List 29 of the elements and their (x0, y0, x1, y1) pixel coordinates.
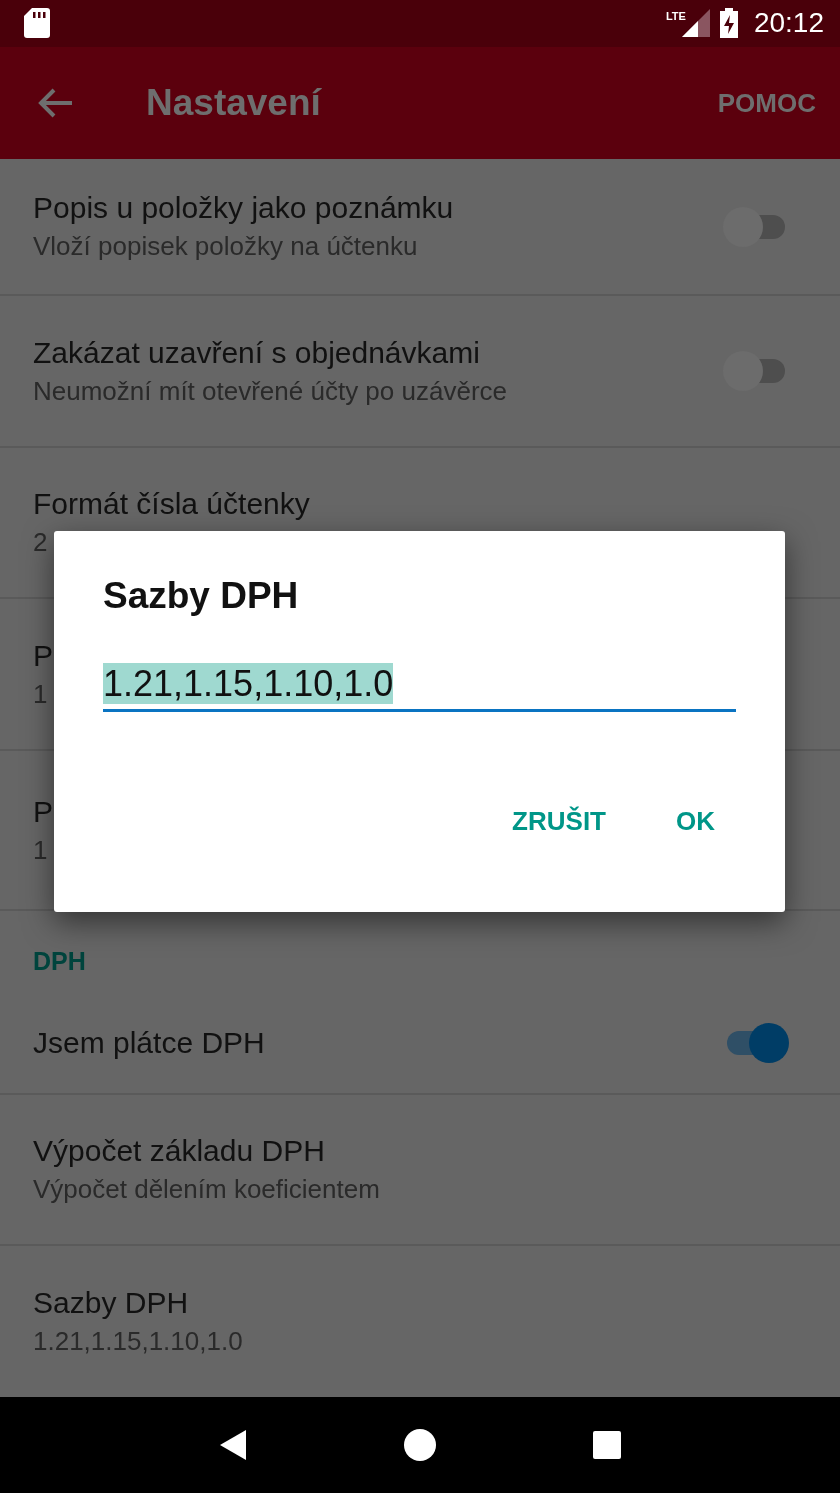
network-type: LTE (665, 10, 686, 22)
dialog-title: Sazby DPH (103, 575, 300, 617)
sd-card-icon (24, 8, 50, 39)
home-nav-icon[interactable] (403, 1428, 437, 1463)
dialog-button[interactable]: OK (676, 806, 715, 837)
clock: 20:12 (753, 7, 824, 40)
setting-summary: 1 (33, 678, 48, 710)
dialog-button[interactable]: ZRUŠIT (512, 806, 606, 837)
setting-title[interactable]: Výpočet základu DPH (33, 1134, 325, 1169)
input-field[interactable]: 1.21,1.15,1.10,1.0 (103, 663, 736, 712)
back-button[interactable] (38, 87, 74, 120)
setting-title[interactable]: Formát čísla účtenky (33, 487, 310, 522)
setting-summary: 2 (33, 527, 48, 559)
setting-title[interactable]: Jsem plátce DPH (33, 1025, 265, 1060)
setting-summary: Neumožní mít otevřené účty po uzávěrce (33, 375, 507, 407)
setting-title[interactable]: Sazby DPH (33, 1286, 189, 1321)
setting-title[interactable]: P (33, 638, 53, 673)
screen-title: Nastavení (146, 82, 321, 125)
setting-summary: 1.21,1.15,1.10,1.0 (33, 1326, 243, 1358)
setting-summary: Výpočet dělením koeficientem (33, 1174, 380, 1206)
battery-charging-icon (719, 8, 738, 39)
setting-summary: Vloží popisek položky na účtenku (33, 231, 418, 263)
setting-summary: 1 (33, 834, 48, 866)
setting-title[interactable]: Popis u položky jako poznámku (33, 191, 454, 226)
setting-title[interactable]: P (33, 794, 53, 829)
setting-title[interactable]: Zakázat uzavření s objednávkami (33, 335, 480, 370)
help-button[interactable]: POMOC (717, 87, 816, 119)
section-header: DPH (33, 947, 86, 976)
recents-nav-icon[interactable] (592, 1430, 623, 1461)
